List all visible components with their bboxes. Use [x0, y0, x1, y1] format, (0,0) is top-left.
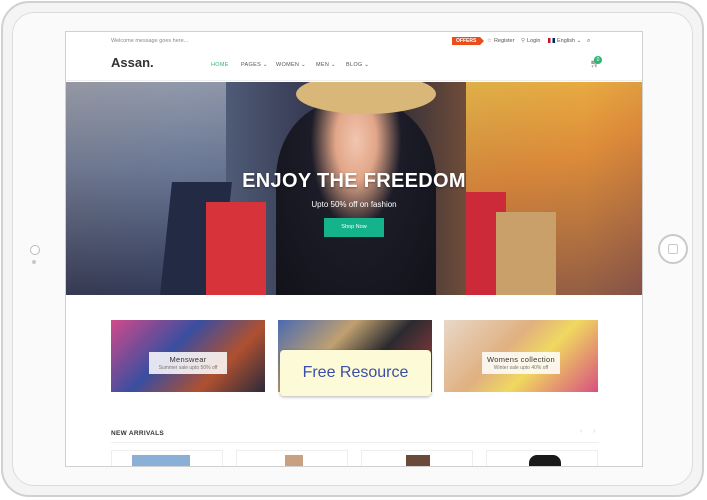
home-button[interactable] — [658, 234, 688, 264]
chevron-down-icon: ⌄ — [261, 62, 268, 68]
nav-blog-label: BLOG — [346, 62, 363, 68]
product-thumb[interactable] — [111, 450, 223, 466]
chevron-down-icon: ⌄ — [299, 62, 306, 68]
nav-women-label: WOMEN — [276, 62, 300, 68]
chevron-right-icon[interactable]: › — [593, 428, 595, 435]
offers-badge[interactable]: OFFERS — [452, 37, 485, 45]
main-navbar: Assan. HOME PAGES ⌄ WOMEN ⌄ MEN ⌄ BLOG ⌄… — [66, 50, 642, 81]
promo-womens[interactable]: Womens collection Winter sale upto 40% o… — [444, 320, 598, 392]
nav-home[interactable]: HOME — [211, 62, 229, 68]
camera-icon — [30, 245, 40, 255]
language-selector[interactable]: English ⌄ — [548, 38, 581, 44]
chevron-down-icon: ⌄ — [362, 62, 370, 68]
promo-title: Womens collection — [487, 355, 555, 364]
promo-menswear[interactable]: Menswear Summer sale upto 50% off — [111, 320, 265, 392]
welcome-message: Welcome message goes here... — [111, 38, 189, 44]
login-link[interactable]: ⚲ Login — [521, 38, 541, 44]
product-image — [406, 455, 430, 466]
home-square-icon — [668, 244, 678, 254]
promo-title: Menswear — [169, 355, 207, 364]
register-link[interactable]: ☆ Register — [487, 38, 514, 44]
product-image — [132, 455, 190, 466]
product-thumb[interactable] — [486, 450, 598, 466]
nav-men[interactable]: MEN ⌄ — [316, 62, 336, 68]
nav-men-label: MEN — [316, 62, 330, 68]
promo-subtitle: Winter sale upto 40% off — [493, 365, 549, 371]
cart-count-badge: 0 — [594, 56, 602, 64]
promo-caption: Womens collection Winter sale upto 40% o… — [482, 352, 560, 374]
search-icon[interactable]: ⌕ — [587, 38, 590, 45]
register-label: Register — [493, 38, 515, 44]
star-icon: ☆ — [487, 38, 492, 44]
shop-now-button[interactable]: Shop Now — [324, 218, 384, 237]
chevron-down-icon: ⌄ — [575, 38, 582, 44]
website-screen: Welcome message goes here... OFFERS ☆ Reg… — [65, 31, 643, 467]
product-image — [285, 455, 303, 466]
section-divider — [111, 442, 599, 443]
logo[interactable]: Assan. — [111, 55, 154, 70]
chevron-left-icon[interactable]: ‹ — [580, 428, 582, 435]
new-arrivals-title: NEW ARRIVALS — [111, 430, 165, 437]
free-resource-overlay: Free Resource — [280, 350, 431, 396]
product-thumb[interactable] — [361, 450, 473, 466]
nav-pages[interactable]: PAGES ⌄ — [241, 62, 268, 68]
flag-icon — [548, 38, 555, 43]
hero-subtitle: Upto 50% off on fashion — [311, 200, 397, 209]
nav-pages-label: PAGES — [241, 62, 262, 68]
hero-title: ENJOY THE FREEDOM — [242, 170, 466, 192]
hero-banner: ENJOY THE FREEDOM Upto 50% off on fashio… — [66, 82, 642, 295]
shopping-bag-image — [496, 212, 556, 295]
language-label: English — [557, 38, 576, 44]
top-bar: Welcome message goes here... OFFERS ☆ Reg… — [66, 32, 642, 50]
promo-caption: Menswear Summer sale upto 50% off — [149, 352, 227, 374]
login-label: Login — [527, 38, 541, 44]
sensor-dot — [32, 260, 36, 264]
user-icon: ⚲ — [521, 38, 526, 44]
product-image — [529, 455, 561, 466]
promo-subtitle: Summer sale upto 50% off — [158, 365, 218, 371]
nav-blog[interactable]: BLOG ⌄ — [346, 62, 369, 68]
shopping-bag-image — [206, 202, 266, 295]
nav-women[interactable]: WOMEN ⌄ — [276, 62, 306, 68]
hero-model-image — [276, 102, 436, 295]
product-thumb[interactable] — [236, 450, 348, 466]
chevron-down-icon: ⌄ — [329, 62, 336, 68]
